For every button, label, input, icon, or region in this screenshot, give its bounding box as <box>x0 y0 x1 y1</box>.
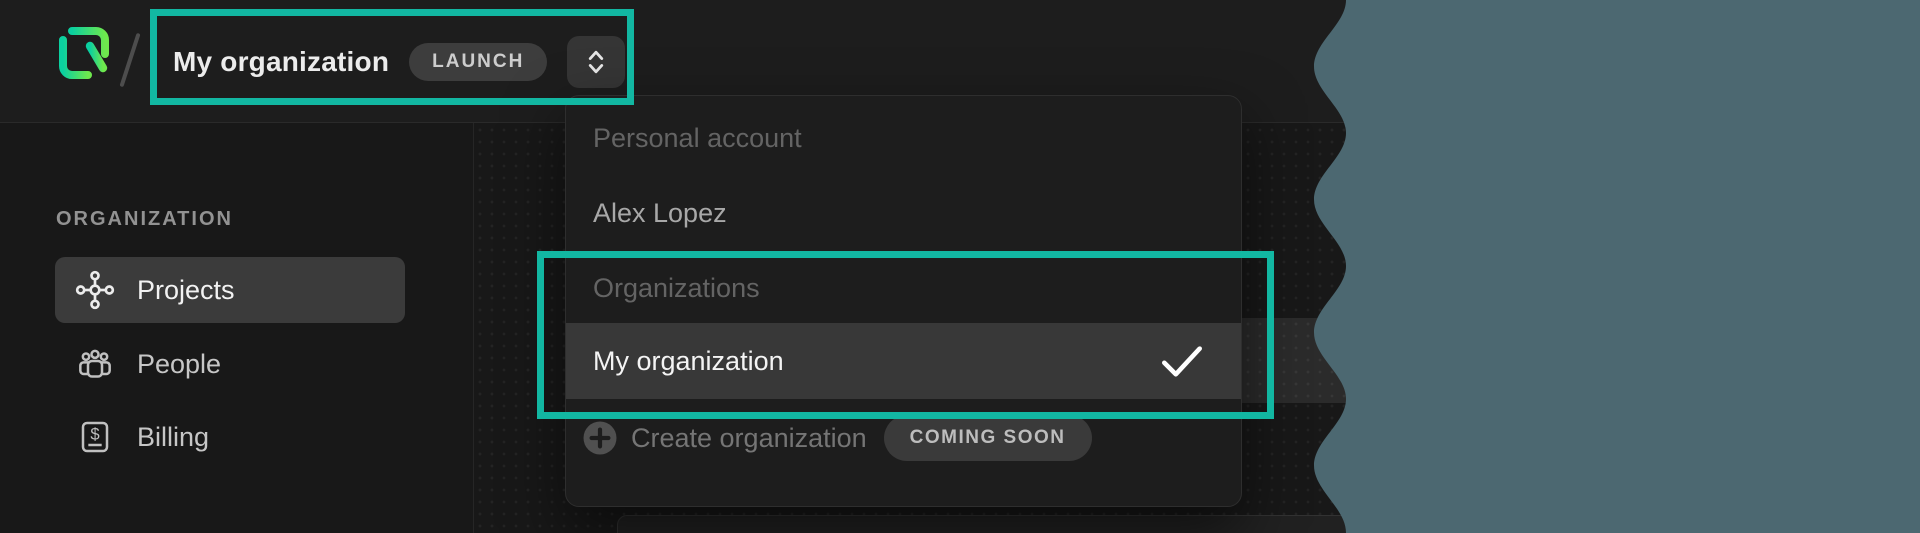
org-switcher-toggle[interactable] <box>567 36 625 88</box>
projects-icon <box>75 270 115 310</box>
billing-icon: $ <box>75 417 115 457</box>
dropdown-header-organizations: Organizations <box>593 271 760 305</box>
sidebar-item-billing[interactable]: $ Billing <box>55 404 405 470</box>
people-icon <box>75 344 115 384</box>
breadcrumb-separator <box>119 33 140 87</box>
org-name: My organization <box>173 46 389 78</box>
launch-badge: LAUNCH <box>409 43 547 81</box>
sidebar: ORGANIZATION Projects <box>0 123 473 533</box>
org-switcher[interactable]: My organization LAUNCH <box>173 0 625 123</box>
neon-logo-icon[interactable] <box>58 26 110 80</box>
dropdown-header-personal-account: Personal account <box>593 121 802 155</box>
sidebar-item-label: People <box>137 349 221 380</box>
wave-shape <box>1314 0 1920 533</box>
plus-circle-icon <box>582 420 618 456</box>
org-switcher-dropdown: Personal account Alex Lopez Organization… <box>565 95 1242 507</box>
chevron-up-down-icon <box>582 47 610 77</box>
sidebar-section-label: ORGANIZATION <box>56 208 233 231</box>
menu-item-alex-lopez[interactable]: Alex Lopez <box>593 196 727 230</box>
check-icon <box>1159 341 1205 381</box>
menu-item-my-organization[interactable]: My organization <box>566 323 1241 399</box>
sidebar-item-label: Projects <box>137 275 235 306</box>
sidebar-item-people[interactable]: People <box>55 331 405 397</box>
menu-item-create-organization[interactable]: Create organization COMING SOON <box>582 415 1092 461</box>
wave-edge-overlay <box>1284 0 1920 533</box>
sidebar-item-label: Billing <box>137 422 209 453</box>
background-card-edge <box>617 515 1377 533</box>
menu-item-label: Create organization <box>631 423 867 454</box>
menu-item-label: My organization <box>593 346 784 377</box>
coming-soon-badge: COMING SOON <box>884 415 1092 461</box>
svg-text:$: $ <box>90 425 99 444</box>
sidebar-divider <box>473 123 474 533</box>
sidebar-item-projects[interactable]: Projects <box>55 257 405 323</box>
